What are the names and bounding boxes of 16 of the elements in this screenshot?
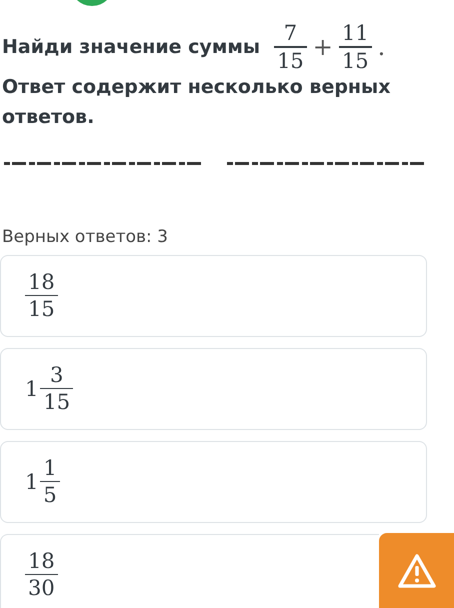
instruction-text: Ответ содержит несколько верных ответов. (1, 74, 392, 130)
report-button[interactable] (379, 533, 454, 608)
fraction: 18 30 (25, 548, 58, 602)
whole-number: 1 (25, 376, 38, 400)
math-operator: . (378, 32, 386, 61)
fraction: 1 5 (40, 454, 60, 508)
fraction: 3 15 (40, 362, 74, 416)
warning-icon (396, 552, 436, 588)
fraction: 18 15 (25, 268, 58, 322)
answer-option[interactable]: 18 15 (0, 254, 427, 336)
answer-count: Верных ответов: 3 (1, 226, 169, 246)
whole-number: 1 (25, 470, 38, 494)
fraction: 7 15 (274, 20, 307, 74)
question-text: Найди значение суммы (2, 36, 260, 58)
math-operator: + (312, 32, 333, 61)
fraction: 11 15 (338, 20, 372, 74)
